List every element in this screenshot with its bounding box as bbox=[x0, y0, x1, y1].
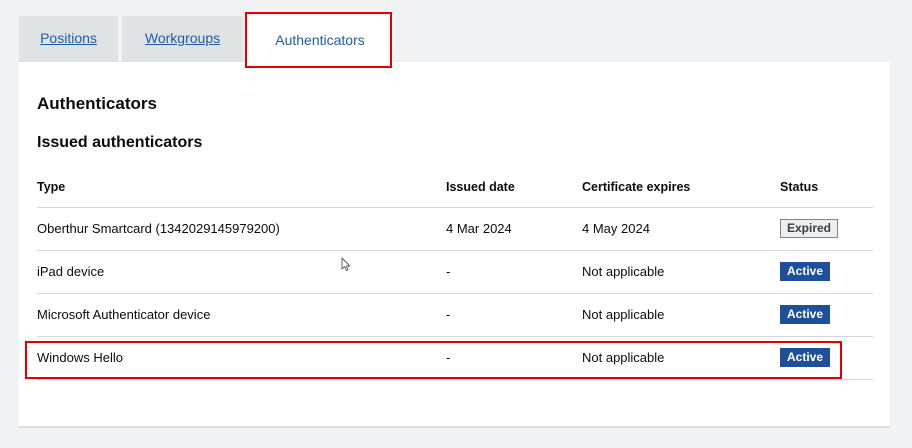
tab-authenticators[interactable]: Authenticators bbox=[247, 16, 393, 64]
row-status: Active bbox=[780, 294, 831, 336]
table-row: Oberthur Smartcard (1342029145979200) 4 … bbox=[37, 208, 873, 251]
row-issued-date: 4 Mar 2024 bbox=[446, 221, 512, 236]
row-certificate-expires: Not applicable bbox=[582, 264, 665, 279]
table-row: Microsoft Authenticator device - Not app… bbox=[37, 294, 873, 337]
status-badge: Active bbox=[780, 305, 831, 325]
row-certificate-expires: Not applicable bbox=[582, 307, 665, 322]
status-badge: Expired bbox=[780, 219, 839, 239]
tab-positions[interactable]: Positions bbox=[19, 16, 118, 62]
status-badge: Active bbox=[780, 348, 831, 368]
row-certificate-expires: 4 May 2024 bbox=[582, 221, 650, 236]
table-row: iPad device - Not applicable Active bbox=[37, 251, 873, 294]
row-certificate-expires: Not applicable bbox=[582, 350, 665, 365]
row-status: Active bbox=[780, 251, 831, 293]
row-issued-date: - bbox=[446, 264, 451, 279]
row-type: Microsoft Authenticator device bbox=[37, 307, 211, 322]
header-issued-date: Issued date bbox=[446, 180, 515, 194]
tab-workgroups-label[interactable]: Workgroups bbox=[145, 30, 220, 46]
page-title: Authenticators bbox=[37, 94, 157, 113]
header-type: Type bbox=[37, 180, 66, 194]
row-type: iPad device bbox=[37, 264, 105, 279]
tab-positions-label[interactable]: Positions bbox=[40, 30, 97, 46]
mouse-pointer-icon bbox=[341, 257, 351, 272]
row-type: Windows Hello bbox=[37, 350, 123, 365]
header-status: Status bbox=[780, 180, 819, 194]
row-type: Oberthur Smartcard (1342029145979200) bbox=[37, 221, 280, 236]
tab-authenticators-label[interactable]: Authenticators bbox=[275, 32, 365, 48]
row-status: Active bbox=[780, 337, 831, 379]
authenticators-table: Type Issued date Certificate expires Sta… bbox=[37, 166, 873, 380]
header-certificate-expires: Certificate expires bbox=[582, 180, 691, 194]
section-title: Issued authenticators bbox=[37, 134, 203, 151]
row-status: Expired bbox=[780, 208, 839, 250]
row-issued-date: - bbox=[446, 307, 451, 322]
status-badge: Active bbox=[780, 262, 831, 282]
table-row: Windows Hello - Not applicable Active bbox=[37, 337, 873, 380]
table-header-row: Type Issued date Certificate expires Sta… bbox=[37, 166, 873, 208]
row-issued-date: - bbox=[446, 350, 451, 365]
tab-workgroups[interactable]: Workgroups bbox=[122, 16, 243, 62]
authenticators-panel: Authenticators Issued authenticators Typ… bbox=[19, 62, 890, 428]
